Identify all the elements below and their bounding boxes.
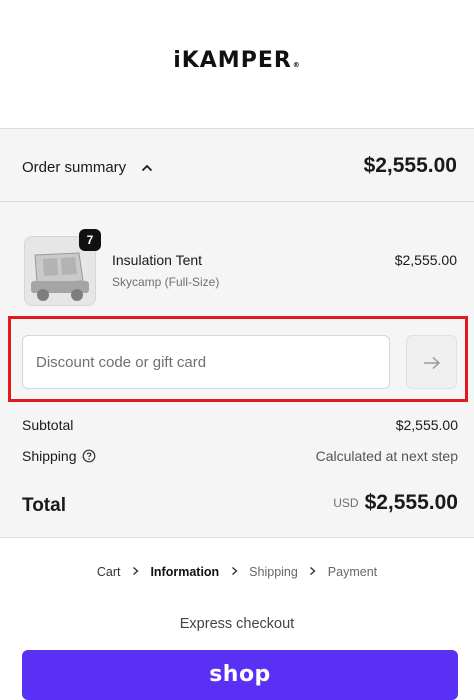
subtotal-value: $2,555.00 <box>395 417 458 433</box>
breadcrumb-payment: Payment <box>327 565 378 579</box>
total-amount-group: USD $2,555.00 <box>333 491 458 515</box>
shipping-label-group: Shipping <box>22 448 96 464</box>
order-summary-total: $2,555.00 <box>363 154 457 177</box>
order-summary-label: Order summary <box>22 159 127 176</box>
chevron-right-icon <box>133 566 139 576</box>
site-header: iKAMPER® <box>0 0 474 128</box>
shop-pay-button[interactable]: shop <box>22 650 458 700</box>
logo-text: iKAMPER <box>173 48 292 73</box>
question-circle-icon[interactable] <box>82 449 96 463</box>
registered-mark: ® <box>292 61 301 69</box>
product-price: $2,555.00 <box>394 252 457 268</box>
product-variant: Skycamp (Full-Size) <box>112 275 220 289</box>
total-value: $2,555.00 <box>364 491 458 514</box>
discount-code-input[interactable] <box>22 335 390 389</box>
breadcrumb-cart[interactable]: Cart <box>97 565 121 579</box>
chevron-right-icon <box>310 566 316 576</box>
currency-code: USD <box>333 496 359 510</box>
arrow-right-icon <box>424 356 441 370</box>
checkout-breadcrumb: Cart Information Shipping Payment <box>0 565 474 579</box>
apply-discount-button[interactable] <box>406 335 457 389</box>
chevron-up-icon <box>141 164 153 172</box>
subtotal-label: Subtotal <box>22 417 74 433</box>
breadcrumb-shipping: Shipping <box>249 565 298 579</box>
shipping-label: Shipping <box>22 448 77 464</box>
express-checkout-label: Express checkout <box>179 616 295 632</box>
subtotal-row: Subtotal $2,555.00 <box>22 417 458 437</box>
chevron-right-icon <box>231 566 238 576</box>
line-item: 7 Insulation Tent Skycamp (Full-Size) $2… <box>0 229 474 309</box>
order-summary-toggle[interactable]: Order summary $2,555.00 <box>0 129 474 202</box>
shipping-row: Shipping Calculated at next step <box>22 448 458 468</box>
shipping-value: Calculated at next step <box>315 448 458 464</box>
brand-logo[interactable]: iKAMPER® <box>0 48 474 73</box>
total-label: Total <box>22 495 66 516</box>
total-row: Total USD $2,555.00 <box>22 491 458 521</box>
product-name: Insulation Tent <box>112 252 203 268</box>
breadcrumb-information: Information <box>150 565 220 579</box>
quantity-badge: 7 <box>79 229 101 251</box>
order-summary-panel: Order summary $2,555.00 7 Insulation Ten… <box>0 128 474 538</box>
